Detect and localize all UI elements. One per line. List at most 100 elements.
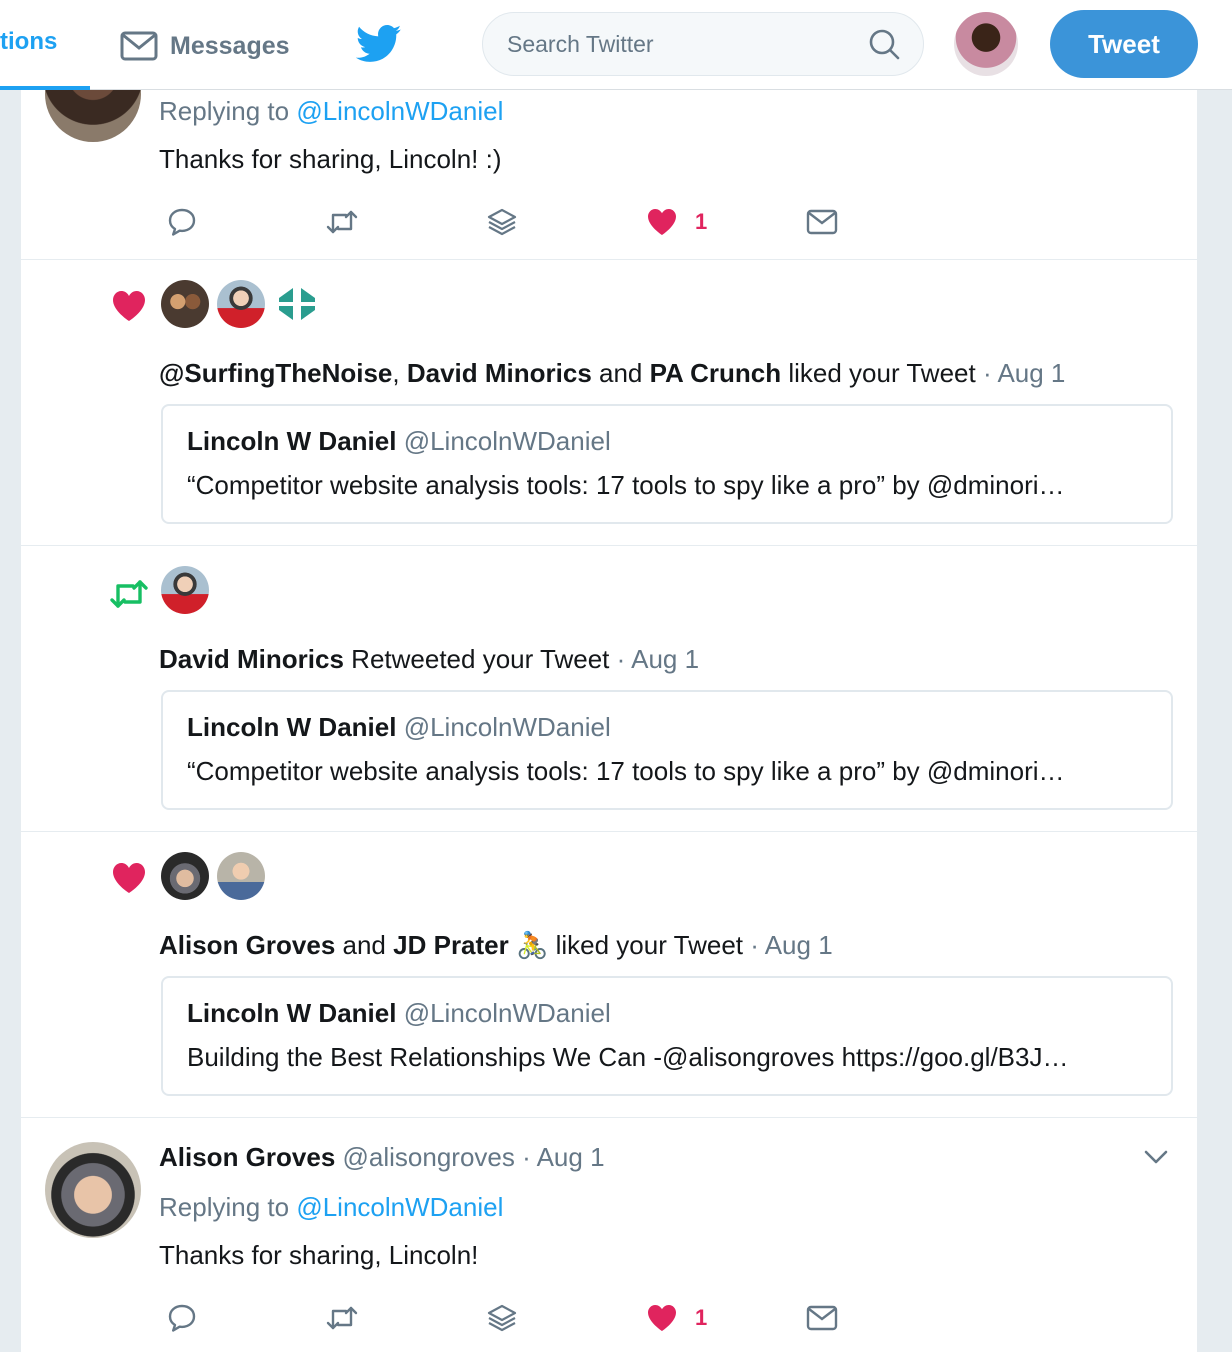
user-avatar-david-minorics[interactable] xyxy=(217,280,265,328)
user-name-link[interactable]: David Minorics xyxy=(407,358,592,388)
quoted-tweet-header: Lincoln W Daniel @LincolnWDaniel xyxy=(187,426,611,457)
like-button[interactable]: 1 xyxy=(645,202,707,242)
tweet-header: Alison Groves @alisongroves · Aug 1 xyxy=(159,1142,605,1173)
replying-to-handle-link[interactable]: @LincolnWDaniel xyxy=(296,96,503,126)
tweet-button[interactable]: Tweet xyxy=(1050,10,1198,78)
search-icon[interactable] xyxy=(867,27,901,61)
user-avatar-jd-prater[interactable] xyxy=(217,852,265,900)
heart-filled-icon xyxy=(648,209,676,235)
action-text: liked your Tweet xyxy=(788,358,976,388)
user-name-link[interactable]: PA Crunch xyxy=(650,358,781,388)
timestamp[interactable]: Aug 1 xyxy=(765,930,833,960)
tweet-text: Thanks for sharing, Lincoln! xyxy=(159,1240,479,1270)
quoted-author-name: Lincoln W Daniel xyxy=(187,998,397,1028)
chevron-down-icon[interactable] xyxy=(1141,1142,1171,1172)
conjunction: and xyxy=(342,930,386,960)
separator-dot: · xyxy=(750,930,759,960)
quoted-tweet-text: “Competitor website analysis tools: 17 t… xyxy=(187,756,1065,786)
search-box[interactable] xyxy=(482,12,924,76)
timestamp[interactable]: Aug 1 xyxy=(631,644,699,674)
retweet-notification[interactable]: David Minorics Retweeted your Tweet · Au… xyxy=(21,546,1197,832)
notification-text: David Minorics Retweeted your Tweet · Au… xyxy=(159,644,699,675)
cyclist-emoji: 🚴 xyxy=(516,930,549,960)
heart-icon xyxy=(113,291,145,321)
messages-label: Messages xyxy=(170,31,290,60)
action-text: Retweeted your Tweet xyxy=(351,644,610,674)
quoted-tweet-header: Lincoln W Daniel @LincolnWDaniel xyxy=(187,998,611,1029)
replying-to-label: Replying to xyxy=(159,1192,290,1222)
stack-button[interactable] xyxy=(485,202,519,242)
like-count: 1 xyxy=(695,209,708,234)
separator-dot: · xyxy=(522,1142,531,1172)
layers-icon xyxy=(487,1304,517,1332)
replying-to-line: Replying to @LincolnWDaniel xyxy=(159,1192,503,1223)
like-notification[interactable]: @SurfingTheNoise, David Minorics and PA … xyxy=(21,260,1197,546)
quoted-author-handle: @LincolnWDaniel xyxy=(403,426,611,456)
replying-to-label: Replying to xyxy=(159,96,290,126)
retweet-icon xyxy=(110,580,148,608)
quoted-tweet-header: Lincoln W Daniel @LincolnWDaniel xyxy=(187,712,611,743)
heart-filled-icon xyxy=(648,1305,676,1331)
quoted-tweet-text: Building the Best Relationships We Can -… xyxy=(187,1042,1069,1072)
quoted-author-name: Lincoln W Daniel xyxy=(187,712,397,742)
reply-button[interactable] xyxy=(165,202,199,242)
replying-to-handle-link[interactable]: @LincolnWDaniel xyxy=(296,1192,503,1222)
retweet-icon xyxy=(326,210,358,234)
action-text: liked your Tweet xyxy=(555,930,744,960)
envelope-icon xyxy=(806,1305,838,1331)
separator: , xyxy=(392,358,400,388)
heart-icon xyxy=(113,863,145,893)
conjunction: and xyxy=(599,358,643,388)
reply-tweet-item[interactable]: Alison Groves @alisongroves · Aug 1 Repl… xyxy=(21,1118,1197,1352)
notifications-timeline: Replying to @LincolnWDaniel Thanks for s… xyxy=(20,46,1197,1352)
reply-tweet-item[interactable]: Replying to @LincolnWDaniel Thanks for s… xyxy=(21,46,1197,260)
direct-message-button[interactable] xyxy=(805,1298,839,1338)
user-name-link[interactable]: @SurfingTheNoise xyxy=(159,358,392,388)
direct-message-button[interactable] xyxy=(805,202,839,242)
user-avatar-surfingthenoise[interactable] xyxy=(161,280,209,328)
quoted-author-name: Lincoln W Daniel xyxy=(187,426,397,456)
notification-text: Alison Groves and JD Prater 🚴 liked your… xyxy=(159,930,833,961)
nav-messages-tab[interactable]: Messages xyxy=(120,26,290,66)
quoted-author-handle: @LincolnWDaniel xyxy=(403,998,611,1028)
timestamp[interactable]: Aug 1 xyxy=(997,358,1065,388)
top-navigation-bar: tions Messages Tweet xyxy=(0,0,1232,90)
user-name-link[interactable]: Alison Groves xyxy=(159,930,335,960)
profile-avatar[interactable] xyxy=(954,12,1018,76)
tweet-actions: 1 xyxy=(159,202,859,242)
envelope-icon xyxy=(806,209,838,235)
layers-icon xyxy=(487,208,517,236)
timestamp[interactable]: Aug 1 xyxy=(537,1142,605,1172)
author-handle[interactable]: @alisongroves xyxy=(343,1142,515,1172)
reply-icon xyxy=(168,1304,196,1332)
quoted-author-handle: @LincolnWDaniel xyxy=(403,712,611,742)
replying-to-line: Replying to @LincolnWDaniel xyxy=(159,96,503,127)
like-notification[interactable]: Alison Groves and JD Prater 🚴 liked your… xyxy=(21,832,1197,1118)
like-button[interactable]: 1 xyxy=(645,1298,707,1338)
separator-dot: · xyxy=(982,358,992,388)
quoted-tweet[interactable]: Lincoln W Daniel @LincolnWDaniel “Compet… xyxy=(161,690,1173,810)
stack-button[interactable] xyxy=(485,1298,519,1338)
search-input[interactable] xyxy=(507,27,847,61)
user-name-link[interactable]: David Minorics xyxy=(159,644,344,674)
like-count: 1 xyxy=(695,1305,708,1330)
quoted-tweet[interactable]: Lincoln W Daniel @LincolnWDaniel “Compet… xyxy=(161,404,1173,524)
reply-icon xyxy=(168,208,196,236)
pa-crunch-logo-icon[interactable] xyxy=(275,284,319,324)
user-name-link[interactable]: JD Prater xyxy=(393,930,509,960)
quoted-tweet[interactable]: Lincoln W Daniel @LincolnWDaniel Buildin… xyxy=(161,976,1173,1096)
notification-text: @SurfingTheNoise, David Minorics and PA … xyxy=(159,358,1065,389)
tweet-text: Thanks for sharing, Lincoln! :) xyxy=(159,144,502,174)
avatar[interactable] xyxy=(45,1142,141,1238)
user-avatar-david-minorics[interactable] xyxy=(161,566,209,614)
nav-notifications-tab[interactable]: tions xyxy=(0,28,57,56)
reply-button[interactable] xyxy=(165,1298,199,1338)
twitter-bird-icon[interactable] xyxy=(356,24,402,64)
tweet-actions: 1 xyxy=(159,1298,859,1338)
envelope-icon xyxy=(120,31,158,61)
separator-dot: · xyxy=(616,644,626,674)
user-avatar-alison-groves[interactable] xyxy=(161,852,209,900)
author-name[interactable]: Alison Groves xyxy=(159,1142,335,1172)
retweet-button[interactable] xyxy=(325,1298,359,1338)
retweet-button[interactable] xyxy=(325,202,359,242)
